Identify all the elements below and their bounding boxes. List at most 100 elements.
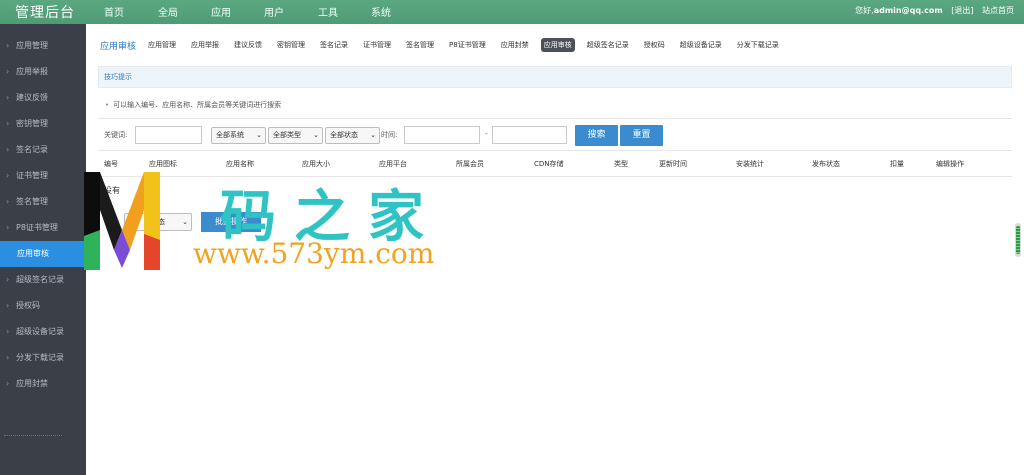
col-member: 所属会员 [456, 160, 484, 168]
sidebar-divider [4, 435, 62, 436]
top-nav-system[interactable]: 系统 [371, 4, 424, 19]
tip-text-content: 可以输入编号、应用名称、所属会员等关键词进行搜索 [113, 101, 282, 109]
tab-app-report[interactable]: 应用举报 [188, 38, 222, 52]
sidebar-item-super-devices[interactable]: › 超级设备记录 [0, 319, 86, 345]
tab-feedback[interactable]: 建议反馈 [231, 38, 265, 52]
time-label: 时间: [381, 131, 398, 139]
search-button[interactable]: 搜索 [575, 125, 618, 146]
site-home-link[interactable]: 站点首页 [982, 6, 1014, 15]
status-select-value: 全部状态 [330, 131, 358, 139]
tip-box: 技巧提示 [98, 66, 1012, 88]
bullet-icon: • [105, 101, 110, 109]
col-installs: 安装统计 [736, 160, 764, 168]
chevron-down-icon: ⌄ [313, 131, 319, 139]
sidebar-item-feedback[interactable]: › 建议反馈 [0, 85, 86, 111]
sidebar-item-app-manage[interactable]: › 应用管理 [0, 33, 86, 59]
sidebar-item-app-review[interactable]: 应用审核 [0, 241, 86, 267]
tab-sign-records[interactable]: 签名记录 [317, 38, 351, 52]
tab-download-records[interactable]: 分发下载记录 [734, 38, 782, 52]
chevron-right-icon: › [6, 379, 10, 388]
top-nav: 首页 全局 应用 用户 工具 系统 [104, 4, 424, 19]
chevron-down-icon: ⌄ [256, 131, 262, 139]
sidebar-item-keys[interactable]: › 密钥管理 [0, 111, 86, 137]
top-nav-global[interactable]: 全局 [158, 4, 211, 19]
col-platform: 应用平台 [379, 160, 407, 168]
scrollbar-thumb[interactable] [1016, 226, 1020, 254]
sidebar-item-sign-records[interactable]: › 签名记录 [0, 137, 86, 163]
col-actions: 编辑操作 [936, 160, 964, 168]
tab-super-sign[interactable]: 超级签名记录 [584, 38, 632, 52]
tab-keys[interactable]: 密钥管理 [274, 38, 308, 52]
sidebar: › 应用管理 › 应用举报 › 建议反馈 › 密钥管理 › 签名记录 › 证书管理 › 签名管… [0, 24, 86, 475]
sidebar-item-p8-certs[interactable]: › P8证书管理 [0, 215, 86, 241]
sidebar-item-label: 密钥管理 [16, 119, 48, 128]
logout-link[interactable]: [退出] [951, 6, 973, 15]
col-icon: 应用图标 [149, 160, 177, 168]
keyword-input[interactable] [135, 126, 202, 144]
sidebar-item-label: 应用管理 [16, 41, 48, 50]
chevron-right-icon: › [6, 67, 10, 76]
sidebar-item-label: P8证书管理 [16, 223, 58, 232]
sidebar-item-label: 签名记录 [16, 145, 48, 154]
type-select-value: 全部类型 [273, 131, 301, 139]
chevron-down-icon: ⌄ [370, 131, 376, 139]
sidebar-item-download-records[interactable]: › 分发下载记录 [0, 345, 86, 371]
chevron-right-icon: › [6, 93, 10, 102]
watermark-logo-icon [84, 172, 160, 270]
top-bar: 管理后台 首页 全局 应用 用户 工具 系统 您好,admin@qq.com [… [0, 0, 1024, 24]
sidebar-item-certs[interactable]: › 证书管理 [0, 163, 86, 189]
type-select[interactable]: 全部类型 ⌄ [268, 127, 323, 144]
col-name: 应用名称 [226, 160, 254, 168]
tab-p8-certs[interactable]: P8证书管理 [446, 38, 489, 52]
top-nav-user[interactable]: 用户 [264, 4, 318, 19]
divider [98, 150, 1012, 151]
chevron-right-icon: › [6, 275, 10, 284]
tip-text: • 可以输入编号、应用名称、所属会员等关键词进行搜索 [105, 100, 281, 110]
tab-app-manage[interactable]: 应用管理 [145, 38, 179, 52]
tab-auth-code[interactable]: 授权码 [641, 38, 668, 52]
sidebar-item-sign-manage[interactable]: › 签名管理 [0, 189, 86, 215]
time-start-input[interactable] [404, 126, 480, 144]
reset-button[interactable]: 重置 [620, 125, 663, 146]
chevron-right-icon: › [6, 327, 10, 336]
tab-super-devices[interactable]: 超级设备记录 [677, 38, 725, 52]
divider [98, 118, 1012, 119]
system-select[interactable]: 全部系统 ⌄ [211, 127, 266, 144]
username: admin@qq.com [873, 6, 943, 15]
tip-title: 技巧提示 [104, 73, 132, 81]
status-select[interactable]: 全部状态 ⌄ [325, 127, 380, 144]
chevron-right-icon: › [6, 171, 10, 180]
sidebar-item-app-ban[interactable]: › 应用封禁 [0, 371, 86, 397]
tab-app-review[interactable]: 应用审核 [540, 38, 575, 52]
col-updated: 更新时间 [659, 160, 687, 168]
col-cdn: CDN存储 [534, 160, 564, 168]
sidebar-item-auth-code[interactable]: › 授权码 [0, 293, 86, 319]
chevron-right-icon: › [6, 353, 10, 362]
filter-bar: 关键词: 全部系统 ⌄ 全部类型 ⌄ 全部状态 ⌄ 时间: - 搜索 重置 [104, 125, 1004, 146]
sidebar-item-label: 签名管理 [16, 197, 48, 206]
sidebar-item-label: 应用封禁 [16, 379, 48, 388]
tab-bar: 应用审核 应用管理 应用举报 建议反馈 密钥管理 签名记录 证书管理 签名管理 … [100, 37, 791, 53]
sidebar-item-label: 应用举报 [16, 67, 48, 76]
col-deduct: 扣量 [890, 160, 904, 168]
scrollbar[interactable] [1015, 223, 1021, 257]
chevron-right-icon: › [6, 301, 10, 310]
tab-certs[interactable]: 证书管理 [360, 38, 394, 52]
col-id: 编号 [104, 160, 118, 168]
user-area: 您好,admin@qq.com [退出] 站点首页 [855, 5, 1014, 16]
sidebar-item-super-sign[interactable]: › 超级签名记录 [0, 267, 86, 293]
chevron-right-icon: › [6, 41, 10, 50]
tab-app-ban[interactable]: 应用封禁 [498, 38, 532, 52]
sidebar-item-label: 证书管理 [16, 171, 48, 180]
tab-sign-manage[interactable]: 签名管理 [403, 38, 437, 52]
top-nav-home[interactable]: 首页 [104, 4, 158, 19]
greeting-text: 您好, [855, 6, 874, 15]
system-select-value: 全部系统 [216, 131, 244, 139]
top-nav-app[interactable]: 应用 [211, 4, 264, 19]
sidebar-item-label: 授权码 [16, 301, 40, 310]
keyword-label: 关键词: [104, 131, 128, 139]
time-end-input[interactable] [492, 126, 567, 144]
sidebar-item-app-report[interactable]: › 应用举报 [0, 59, 86, 85]
top-nav-tools[interactable]: 工具 [318, 4, 371, 19]
section-title: 应用审核 [100, 41, 137, 52]
